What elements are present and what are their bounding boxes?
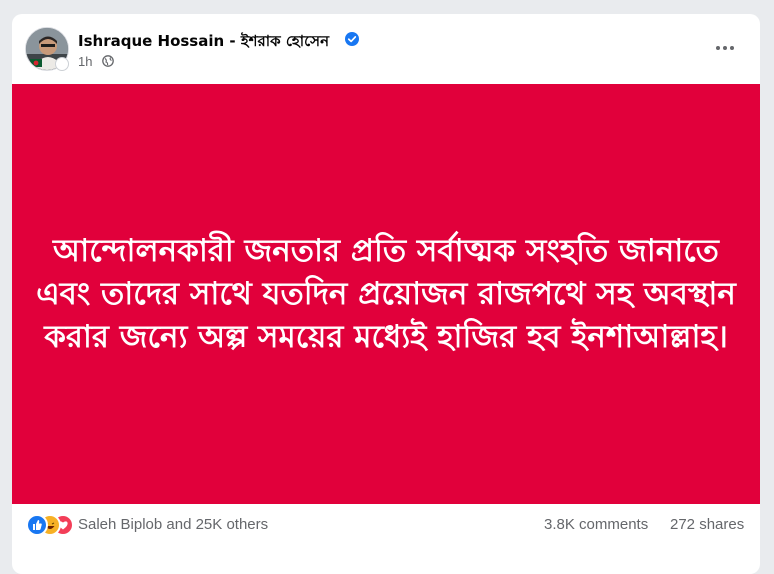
- post-header: Ishraque Hossain - ইশরাক হোসেন 1h: [12, 14, 760, 84]
- post-card: Ishraque Hossain - ইশরাক হোসেন 1h আন্দোল…: [12, 14, 760, 574]
- post-image-text: আন্দোলনকারী জনতার প্রতি সর্বাত্মক সংহতি …: [36, 232, 736, 355]
- post-timestamp[interactable]: 1h: [78, 54, 92, 69]
- more-options-icon[interactable]: [712, 38, 738, 58]
- comments-count-link[interactable]: 3.8K comments: [544, 516, 648, 533]
- reaction-icons[interactable]: [26, 514, 76, 536]
- author-name[interactable]: Ishraque Hossain - ইশরাক হোসেন: [78, 30, 329, 55]
- shares-count-link[interactable]: 272 shares: [670, 516, 744, 533]
- like-reaction-icon: [26, 514, 48, 536]
- globe-icon[interactable]: [102, 55, 114, 67]
- reactions-summary[interactable]: Saleh Biplob and 25K others: [78, 516, 268, 533]
- post-engagement-bar: Saleh Biplob and 25K others 3.8K comment…: [12, 504, 760, 544]
- more-dot: [723, 46, 727, 50]
- verified-badge-icon: [345, 32, 359, 46]
- more-dot: [716, 46, 720, 50]
- avatar-status-badge: [55, 57, 69, 71]
- post-image[interactable]: আন্দোলনকারী জনতার প্রতি সর্বাত্মক সংহতি …: [12, 84, 760, 504]
- more-dot: [730, 46, 734, 50]
